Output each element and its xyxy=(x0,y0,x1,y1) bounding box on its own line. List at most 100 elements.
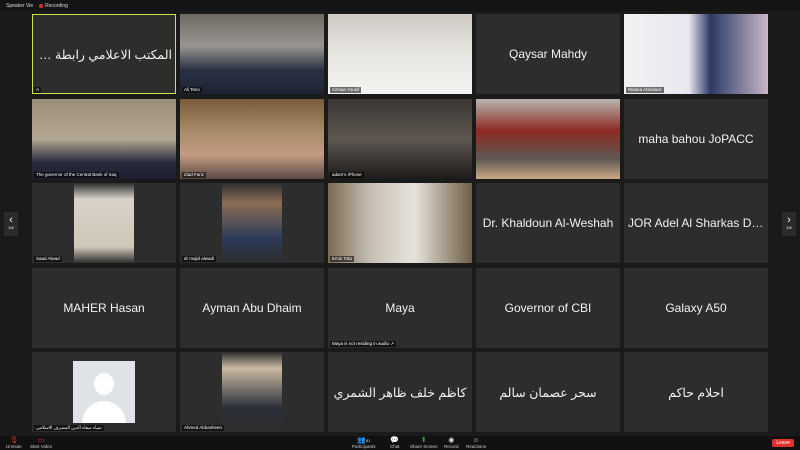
participant-video xyxy=(180,14,324,94)
participant-video xyxy=(328,14,472,94)
participant-caption: Ziad Fariz xyxy=(182,171,207,178)
view-toggle[interactable]: Speaker Vie xyxy=(6,3,33,9)
participant-name: maha bahou JoPACC xyxy=(638,131,754,146)
participant-name: Ayman Abu Dhaim xyxy=(202,300,302,315)
participant-tile[interactable]: Maya Maya is not residing in audio ↗ xyxy=(328,267,472,348)
participant-caption: Ali Tario xyxy=(182,87,202,93)
unmute-button[interactable]: 🎙 Unmute xyxy=(6,437,22,449)
next-page-indicator: 1/4 xyxy=(786,225,792,230)
chat-label: Chat xyxy=(390,444,400,449)
leave-button[interactable]: Leave xyxy=(772,439,794,447)
participant-name: Maya xyxy=(385,300,415,315)
participant-video xyxy=(328,98,472,179)
participant-video xyxy=(180,98,324,179)
share-screen-label: Share Screen xyxy=(410,444,438,449)
record-icon: ◉ xyxy=(448,437,455,444)
participant-tile[interactable]: JOR Adel Al Sharkas Deputy... xyxy=(624,183,768,263)
reactions-button[interactable]: ☺ Reactions xyxy=(466,437,486,449)
participant-name: احلام حاكم xyxy=(668,385,724,400)
participant-tile[interactable]: Qaysar Mahdy xyxy=(476,14,620,94)
participant-tile[interactable]: The governor of the Central Bank of Iraq xyxy=(32,98,176,179)
participant-tile[interactable]: Wadea Abhalack xyxy=(624,14,768,94)
participant-tile[interactable]: Ziad Fariz xyxy=(180,98,324,179)
participant-tile[interactable]: Ayman Abu Dhaim xyxy=(180,267,324,348)
participant-video xyxy=(222,352,282,432)
participant-name: Governor of CBI xyxy=(504,300,592,315)
participant-caption: adam's iPhone xyxy=(330,171,364,178)
record-label: Record xyxy=(444,444,459,449)
participant-name: Galaxy A50 xyxy=(665,300,727,315)
participant-tile[interactable]: Governor of CBI xyxy=(476,267,620,348)
participant-name: Qaysar Mahdy xyxy=(508,47,588,61)
unmute-label: Unmute xyxy=(6,444,22,449)
prev-page-button[interactable]: ‹ 1/4 xyxy=(4,212,18,236)
participant-caption: ضياء صفاء الدين المصرف الاسلامي xyxy=(34,425,104,431)
participant-tile[interactable]: Azman Yousif xyxy=(328,14,472,94)
start-video-button[interactable]: ▭ Start Video xyxy=(30,437,52,449)
record-button[interactable]: ◉ Record xyxy=(444,437,459,449)
recording-label: Recording xyxy=(45,2,68,9)
participant-tile[interactable]: Emin Tota xyxy=(328,183,472,263)
top-bar: Speaker Vie Recording xyxy=(0,0,800,11)
participant-tile[interactable]: ضياء صفاء الدين المصرف الاسلامي xyxy=(32,352,176,432)
view-label: Speaker Vie xyxy=(6,2,34,9)
participant-name: سحر عصمان سالم xyxy=(499,385,597,400)
participant-name: JOR Adel Al Sharkas Deputy... xyxy=(628,216,768,230)
participant-tile[interactable]: كاظم خلف ظاهر الشمري xyxy=(328,352,472,432)
participant-name: MAHER Hasan xyxy=(63,300,145,315)
participant-caption: The governor of the Central Bank of Iraq xyxy=(34,171,119,178)
mic-off-icon: 🎙 xyxy=(9,437,19,444)
gallery-grid: المكتب الاعلامي رابطة المصارف A Ali Tario A… xyxy=(32,14,768,432)
participant-video xyxy=(624,14,768,94)
participant-name: المكتب الاعلامي رابطة المصارف xyxy=(32,47,172,62)
participant-caption: dr majid alwadi xyxy=(182,256,217,262)
participant-video xyxy=(32,98,176,179)
participant-tile[interactable]: MAHER Hasan xyxy=(32,267,176,348)
participants-count: 81 xyxy=(365,438,371,443)
participant-tile[interactable]: Saad Alwad xyxy=(32,183,176,263)
participants-button[interactable]: 👥81 Participants xyxy=(352,437,376,449)
video-off-icon: ▭ xyxy=(37,437,45,444)
participant-caption: Emin Tota xyxy=(330,256,354,262)
record-dot-icon xyxy=(39,3,44,8)
participant-video xyxy=(328,183,472,263)
participant-caption: Azman Yousif xyxy=(330,87,362,93)
participant-tile[interactable]: maha bahou JoPACC xyxy=(624,98,768,179)
participant-video xyxy=(222,183,282,263)
participant-name: كاظم خلف ظاهر الشمري xyxy=(333,385,467,400)
participant-video xyxy=(476,98,620,179)
participant-tile[interactable]: احلام حاكم xyxy=(624,352,768,432)
bottom-toolbar: 🎙 Unmute ▭ Start Video 👥81 Participants … xyxy=(0,436,800,450)
participant-tile[interactable] xyxy=(476,98,620,179)
participants-label: Participants xyxy=(352,444,376,449)
start-video-label: Start Video xyxy=(30,444,53,449)
participant-tile[interactable]: Galaxy A50 xyxy=(624,267,768,348)
participant-caption: A xyxy=(34,87,42,93)
participants-icon: 👥81 xyxy=(357,437,371,444)
smile-icon: ☺ xyxy=(472,437,480,444)
chat-icon: 💬 xyxy=(390,437,400,444)
participant-tile[interactable]: dr majid alwadi xyxy=(180,183,324,263)
chevron-left-icon: ‹ xyxy=(9,214,13,226)
participant-video xyxy=(74,183,134,263)
prev-page-indicator: 1/4 xyxy=(8,225,14,230)
participant-caption: Wadea Abhalack xyxy=(626,87,664,93)
default-avatar-icon xyxy=(73,361,135,423)
participant-tile[interactable]: سحر عصمان سالم xyxy=(476,352,620,432)
participant-caption: Maya is not residing in audio ↗ xyxy=(330,340,397,347)
participant-caption: Saad Alwad xyxy=(34,256,62,262)
participant-tile[interactable]: المكتب الاعلامي رابطة المصارف A xyxy=(32,14,176,94)
chat-button[interactable]: 💬 Chat xyxy=(390,437,400,449)
participant-tile[interactable]: adam's iPhone xyxy=(328,98,472,179)
participant-tile[interactable]: Dr. Khaldoun Al-Weshah xyxy=(476,183,620,263)
participant-tile[interactable]: Ali Tario xyxy=(180,14,324,94)
share-screen-button[interactable]: ⬆ Share Screen xyxy=(410,437,438,449)
participant-name: Dr. Khaldoun Al-Weshah xyxy=(482,216,614,230)
reactions-label: Reactions xyxy=(466,444,487,449)
share-screen-icon: ⬆ xyxy=(420,437,427,444)
recording-indicator[interactable]: Recording xyxy=(39,3,68,9)
chevron-right-icon: › xyxy=(787,214,791,226)
participant-caption: Ahmed Abbasheen xyxy=(182,425,225,431)
next-page-button[interactable]: › 1/4 xyxy=(782,212,796,236)
participant-tile[interactable]: Ahmed Abbasheen xyxy=(180,352,324,432)
